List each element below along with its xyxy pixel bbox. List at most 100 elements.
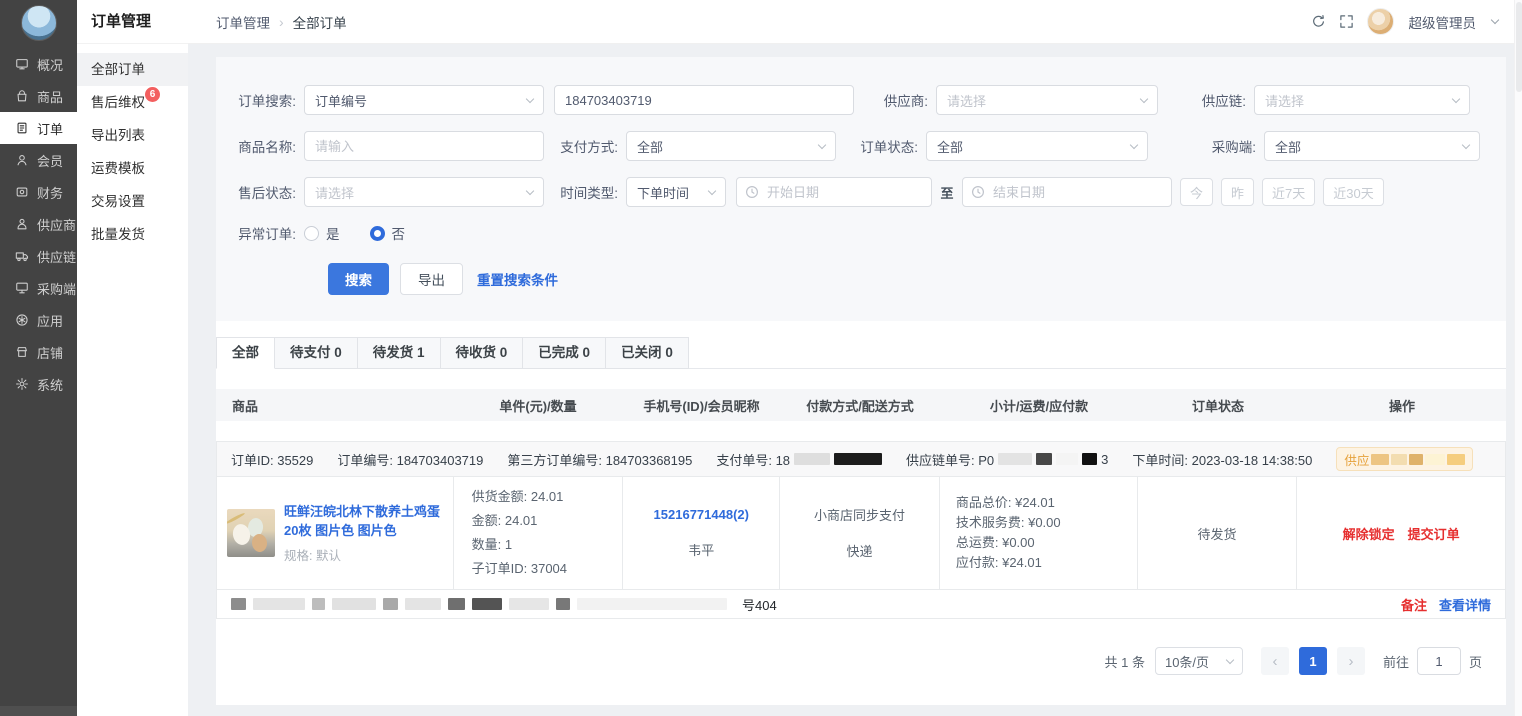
pay-type-label: 支付方式: — [544, 136, 626, 156]
breadcrumb-item[interactable]: 订单管理 — [216, 12, 270, 32]
redacted-block — [1391, 454, 1407, 465]
product-title-link[interactable]: 旺鲜汪皖北林下散养土鸡蛋20枚 图片色 图片色 — [284, 502, 445, 540]
page-size-select[interactable]: 10条/页 — [1155, 647, 1243, 675]
tab-shipped[interactable]: 待收货 0 — [441, 337, 524, 369]
nav-label: 会员 — [37, 151, 63, 170]
nav-item-overview[interactable]: 概况 — [0, 48, 77, 80]
monitor-icon — [15, 57, 29, 71]
order-keyword-input[interactable] — [554, 85, 854, 115]
next-page-button[interactable]: › — [1337, 647, 1365, 675]
nav-item-system[interactable]: 系统 — [0, 368, 77, 400]
end-date-input[interactable] — [962, 177, 1172, 207]
abnormal-no-radio[interactable]: 否 — [370, 223, 406, 243]
chevron-down-icon — [1452, 94, 1460, 102]
goto-unit: 页 — [1469, 652, 1482, 671]
quick-date-30days-button[interactable]: 近30天 — [1323, 178, 1383, 206]
submenu-item-export-list[interactable]: 导出列表 — [77, 119, 188, 152]
redacted-block — [312, 598, 325, 610]
goto-page-input[interactable] — [1417, 647, 1461, 675]
nav-item-finance[interactable]: 财务 — [0, 176, 77, 208]
fullscreen-icon[interactable] — [1339, 14, 1354, 29]
sidebar-collapse-strip[interactable] — [0, 706, 77, 716]
page-1-button[interactable]: 1 — [1299, 647, 1327, 675]
nav-item-purchase-end[interactable]: 采购端 — [0, 272, 77, 304]
submenu-item-after-sale[interactable]: 售后维权 6 — [77, 86, 188, 119]
submenu-item-bulk-ship[interactable]: 批量发货 — [77, 218, 188, 251]
breadcrumb: 订单管理 › 全部订单 — [216, 12, 347, 32]
product-spec: 规格: 默认 — [284, 545, 445, 564]
order-status-select[interactable]: 全部 — [926, 131, 1148, 161]
col-subtotal: 小计/运费/应付款 — [940, 396, 1138, 415]
user-avatar[interactable] — [1367, 8, 1394, 35]
product-name-input[interactable] — [304, 131, 544, 161]
chevron-down-icon — [708, 186, 716, 194]
order-status-cell: 待发货 — [1138, 477, 1298, 589]
product-image[interactable] — [227, 509, 275, 557]
abnormal-yes-radio[interactable]: 是 — [304, 223, 340, 243]
nav-item-products[interactable]: 商品 — [0, 80, 77, 112]
quantity: 数量: 1 — [472, 533, 623, 557]
order-status-label: 订单状态: — [836, 136, 926, 156]
supply-chain-select[interactable]: 请选择 — [1254, 85, 1470, 115]
col-status: 订单状态 — [1138, 396, 1298, 415]
nav-item-orders[interactable]: 订单 — [0, 112, 77, 144]
user-name[interactable]: 超级管理员 — [1409, 12, 1477, 32]
redacted-block — [472, 598, 502, 610]
unlock-order-link[interactable]: 解除锁定 — [1343, 524, 1395, 543]
breadcrumb-separator-icon: › — [279, 14, 284, 30]
page-scrollbar[interactable] — [1514, 0, 1522, 716]
start-date-input[interactable] — [736, 177, 932, 207]
nav-item-supplier[interactable]: 供应商 — [0, 208, 77, 240]
submenu-item-trade-settings[interactable]: 交易设置 — [77, 185, 188, 218]
total-count: 共 1 条 — [1105, 652, 1145, 671]
nav-item-shop[interactable]: 店铺 — [0, 336, 77, 368]
quick-date-yesterday-button[interactable]: 昨 — [1221, 178, 1254, 206]
purchase-end-label: 采购端: — [1148, 136, 1264, 156]
submit-order-link[interactable]: 提交订单 — [1408, 524, 1460, 543]
search-button[interactable]: 搜索 — [328, 263, 389, 295]
refresh-icon[interactable] — [1311, 14, 1326, 29]
view-detail-link[interactable]: 查看详情 — [1439, 595, 1491, 614]
chevron-down-icon — [1462, 140, 1470, 148]
after-sale-status-select[interactable]: 请选择 — [304, 177, 544, 207]
tab-to-ship[interactable]: 待发货 1 — [358, 337, 441, 369]
time-type-select[interactable]: 下单时间 — [626, 177, 726, 207]
tab-unpaid[interactable]: 待支付 0 — [275, 337, 358, 369]
reset-filters-link[interactable]: 重置搜索条件 — [477, 269, 558, 289]
chevron-down-icon — [1226, 655, 1234, 663]
after-sale-count-badge: 6 — [145, 87, 160, 102]
scrollbar-thumb[interactable] — [1516, 2, 1522, 92]
col-unit-qty: 单件(元)/数量 — [453, 396, 623, 415]
export-button[interactable]: 导出 — [400, 263, 463, 295]
nav-label: 订单 — [37, 119, 63, 138]
table-header: 商品 单件(元)/数量 手机号(ID)/会员昵称 付款方式/配送方式 小计/运费… — [216, 389, 1506, 421]
tab-closed[interactable]: 已关闭 0 — [606, 337, 689, 369]
quick-date-today-button[interactable]: 今 — [1180, 178, 1213, 206]
order-search-type-select[interactable]: 订单编号 — [304, 85, 544, 115]
quick-date-7days-button[interactable]: 近7天 — [1262, 178, 1315, 206]
tab-completed[interactable]: 已完成 0 — [523, 337, 606, 369]
third-party-order-no: 第三方订单编号: 184703368195 — [507, 450, 692, 469]
gear-icon — [15, 377, 29, 391]
submenu-item-freight-template[interactable]: 运费模板 — [77, 152, 188, 185]
pay-type-select[interactable]: 全部 — [626, 131, 836, 161]
nav-item-members[interactable]: 会员 — [0, 144, 77, 176]
nav-item-supply-chain[interactable]: 供应链 — [0, 240, 77, 272]
note-link[interactable]: 备注 — [1401, 595, 1427, 614]
user-icon — [15, 153, 29, 167]
supplier-select[interactable]: 请选择 — [936, 85, 1158, 115]
tab-all[interactable]: 全部 — [216, 337, 275, 369]
nav-label: 供应商 — [37, 215, 76, 234]
supply-amount: 供货金额: 24.01 — [472, 485, 623, 509]
submenu-item-all-orders[interactable]: 全部订单 — [77, 53, 188, 86]
abnormal-order-label: 异常订单: — [232, 223, 304, 243]
buyer-nickname: 韦平 — [688, 540, 714, 559]
col-actions: 操作 — [1298, 396, 1506, 415]
payment-cell: 小商店同步支付 快递 — [780, 477, 940, 589]
nav-label: 财务 — [37, 183, 63, 202]
redacted-block — [1082, 453, 1097, 465]
nav-item-apps[interactable]: 应用 — [0, 304, 77, 336]
purchase-end-select[interactable]: 全部 — [1264, 131, 1480, 161]
prev-page-button[interactable]: ‹ — [1261, 647, 1289, 675]
buyer-phone-link[interactable]: 15216771448(2) — [654, 507, 749, 522]
